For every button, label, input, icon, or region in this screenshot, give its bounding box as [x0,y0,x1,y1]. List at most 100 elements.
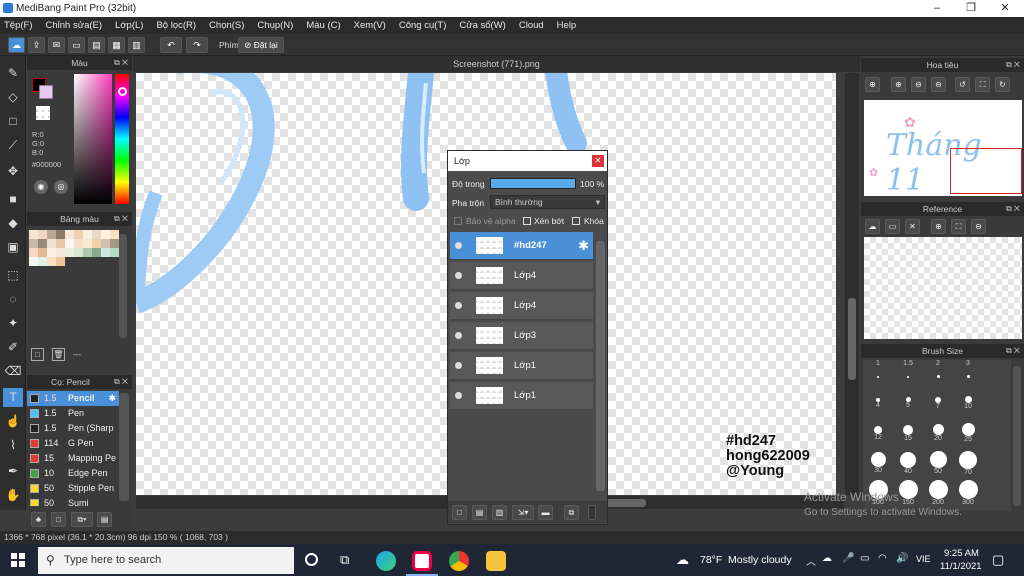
magic-wand-icon[interactable]: ✦ [3,314,23,333]
menu-tools[interactable]: Công cụ(T) [399,20,447,31]
windows-start-icon[interactable] [11,553,25,567]
pen-tool-icon[interactable]: ✒ [3,462,23,481]
folder-icon[interactable]: ▬ [538,505,553,520]
reference-fit-icon[interactable]: ⛶ [951,219,966,234]
clipping-checkbox[interactable] [523,217,531,225]
brush-tool-icon[interactable]: ✎ [3,64,23,83]
palette-swatch[interactable] [29,239,38,248]
chrome-icon[interactable] [449,551,469,571]
shape-tool-icon[interactable]: □ [3,112,23,131]
brush-item[interactable]: 114 G Pen [27,436,119,451]
panel-controls-icon[interactable]: ⧉ ✕ [114,212,128,226]
palette-swatch[interactable] [74,248,83,257]
cloud-icon[interactable]: ☁ [8,37,25,53]
cortana-icon[interactable] [305,553,318,566]
lasso-icon[interactable]: ◌ [3,290,23,309]
palette-swatch[interactable] [92,239,101,248]
taskbar-search[interactable]: ⚲ Type here to search [38,547,294,574]
menu-filter[interactable]: Bộ lọc(R) [156,20,196,31]
layer-row[interactable]: Lớp3 [450,322,593,350]
document-tab[interactable]: Screenshot (771).png [133,56,860,72]
comment-icon[interactable]: ✉ [48,37,65,53]
page-icon[interactable]: ▤ [88,37,105,53]
clock-time[interactable]: 9:25 AM [944,548,979,559]
brush-size-option[interactable]: 12 [863,420,893,450]
palette-swatch[interactable] [74,239,83,248]
palette-swatch[interactable] [101,230,110,239]
brush-item[interactable]: 1.5 Pencil ✱ [27,391,119,406]
brush-size-option[interactable]: 40 [893,450,923,480]
reference-zoom-out-icon[interactable]: ⊖ [971,219,986,234]
zoom-in-icon[interactable]: ⊕ [891,77,906,92]
palette-swatch[interactable] [47,239,56,248]
eyedropper-icon[interactable]: ⌇ [3,436,23,455]
file-explorer-icon[interactable] [486,551,506,571]
palette-swatch[interactable] [110,248,119,257]
saturation-field[interactable] [74,74,112,204]
zoom-in-icon[interactable]: ⊕ [865,77,880,92]
brush-size-option[interactable]: 3 [953,360,983,390]
weather-temp[interactable]: 78°F [700,554,722,566]
rotate-left-icon[interactable]: ↺ [955,77,970,92]
protect-alpha-checkbox[interactable] [454,217,462,225]
navigator-preview[interactable]: Tháng 11 ✿ ✿ [864,100,1022,196]
fill-rect-icon[interactable]: ■ [3,190,23,209]
brush-item[interactable]: 15 Mapping Pe [27,451,119,466]
canvas-vertical-scrollbar[interactable] [845,73,859,495]
palette-icon[interactable]: ◉ [34,180,48,194]
menu-window[interactable]: Cửa sổ(W) [459,20,505,31]
palette-swatch[interactable] [65,248,74,257]
menu-help[interactable]: Help [557,20,577,31]
menu-layer[interactable]: Lớp(L) [115,20,143,31]
select-eraser-icon[interactable]: ⌫ [3,362,23,381]
hue-handle[interactable] [118,87,127,96]
brush-size-scrollbar[interactable] [1013,366,1021,506]
layer-row[interactable]: Lớp1 [450,352,593,380]
chat-icon[interactable]: ▭ [68,37,85,53]
operation-tool-icon[interactable]: ☝ [3,412,23,431]
viewport-rect[interactable] [950,148,1022,194]
brush-size-option[interactable]: 25 [953,420,983,450]
palette-swatch[interactable] [101,248,110,257]
menu-snap[interactable]: Chụp(N) [257,20,293,31]
brush-item[interactable]: 50 Sumi [27,496,119,506]
task-view-icon[interactable]: ⧉ [340,552,349,568]
layer-settings-icon[interactable]: ✱ [578,238,589,254]
onedrive-icon[interactable]: ☁ [822,553,832,564]
menu-color[interactable]: Màu (C) [306,20,340,31]
menu-file[interactable]: Tệp(F) [4,20,33,31]
move-tool-icon[interactable]: ✥ [3,162,23,181]
reference-close-icon[interactable]: ✕ [905,219,920,234]
visibility-eye-icon[interactable] [455,332,462,339]
panel-controls-icon[interactable]: ⧉ ✕ [114,56,128,70]
transparent-swatch[interactable] [36,106,50,120]
palette-swatch[interactable] [38,239,47,248]
weather-desc[interactable]: Mostly cloudy [728,554,792,566]
palette-swatch[interactable] [38,248,47,257]
palette-add-icon[interactable]: ◎ [54,180,68,194]
reset-button[interactable]: ⊘ Đặt lại [238,37,284,53]
palette-swatch[interactable] [56,248,65,257]
reference-open-icon[interactable]: ▭ [885,219,900,234]
palette-swatch[interactable] [56,257,65,266]
brush-size-option[interactable]: 1.5 [893,360,923,390]
network-icon[interactable]: ◠ [878,553,887,564]
redo-icon[interactable]: ↷ [186,37,208,53]
layer-dialog-close-icon[interactable]: ✕ [592,155,604,167]
hand-tool-icon[interactable]: ✋ [3,486,23,505]
brush-size-option[interactable]: 1 [863,360,893,390]
palette-swatch[interactable] [47,257,56,266]
fit-icon[interactable]: ⛶ [975,77,990,92]
palette-swatch[interactable] [47,230,56,239]
brush-size-option[interactable]: 5 [893,390,923,420]
palette-swatch[interactable] [47,248,56,257]
visibility-eye-icon[interactable] [455,302,462,309]
volume-icon[interactable]: 🔊 [896,553,908,564]
brush-item[interactable]: 1.5 Pen [27,406,119,421]
undo-icon[interactable]: ↶ [160,37,182,53]
new-layer-8bit-icon[interactable]: ▤ [472,505,487,520]
close-button[interactable]: ✕ [988,0,1022,17]
palette-swatch[interactable] [38,257,47,266]
palette-swatch[interactable] [110,230,119,239]
layer-row[interactable]: #hd247 ✱ [450,232,593,260]
